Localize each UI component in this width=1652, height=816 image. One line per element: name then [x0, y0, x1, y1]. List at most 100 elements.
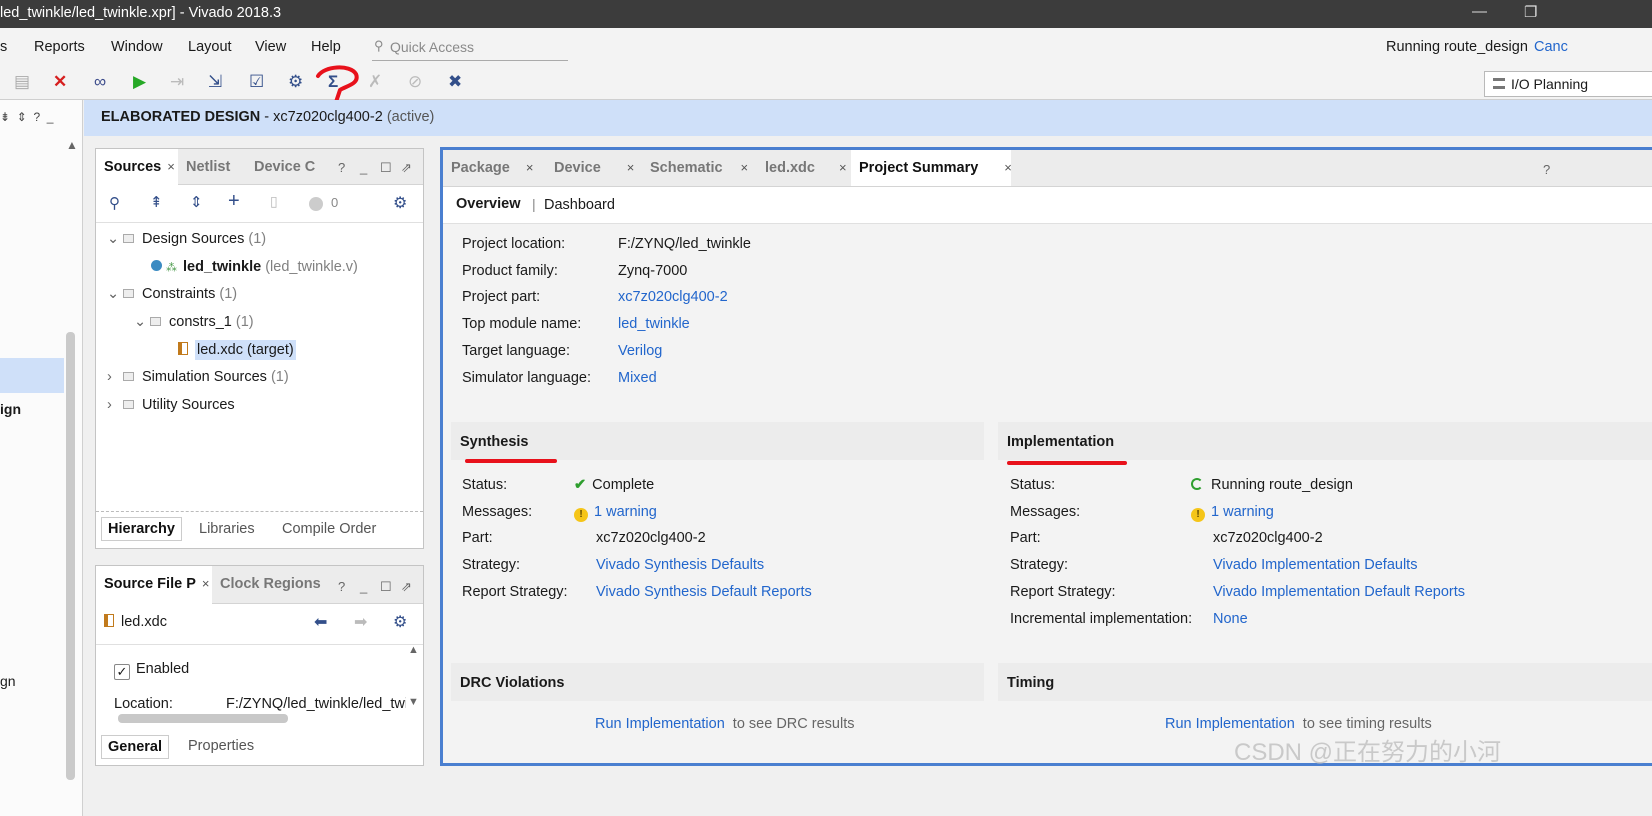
tab-project-summary[interactable]: Project Summary ×	[851, 150, 1012, 186]
search-icon[interactable]: ⚲	[109, 194, 120, 212]
chevron-down-icon[interactable]: ⌄	[107, 231, 123, 247]
drc-run-link[interactable]: Run Implementation	[595, 716, 725, 732]
chevron-down-icon[interactable]: ⌄	[107, 286, 123, 302]
float-icon[interactable]: ⇗	[401, 160, 412, 176]
maximize-icon[interactable]: ☐	[380, 579, 392, 595]
tab-netlist[interactable]: Netlist	[178, 149, 230, 185]
scroll-up-icon[interactable]: ▲	[66, 138, 78, 152]
menu-layout[interactable]: Layout	[188, 39, 232, 55]
flow-nav-controls[interactable]: ⇟ ⇕ ? _	[0, 110, 53, 124]
scroll-down-icon[interactable]: ▼	[408, 696, 419, 708]
find-icon[interactable]: ∞	[94, 72, 106, 92]
tab-source-file[interactable]: Source File P ×	[96, 566, 212, 604]
cancel-link[interactable]: Canc	[1534, 39, 1568, 55]
project-field-value[interactable]: Mixed	[618, 370, 657, 386]
tab-package[interactable]: Package ×	[443, 150, 543, 186]
tab-libraries[interactable]: Libraries	[199, 521, 255, 537]
implementation-field-value[interactable]: Vivado Implementation Defaults	[1213, 557, 1417, 573]
program-icon[interactable]: ⇲	[208, 72, 222, 92]
project-field-value[interactable]: Verilog	[618, 343, 662, 359]
quick-access-input[interactable]: ⚲ Quick Access	[372, 36, 568, 61]
close-icon[interactable]: ×	[202, 576, 210, 591]
scroll-up-icon[interactable]: ▲	[408, 644, 419, 656]
close-icon[interactable]: ×	[627, 160, 635, 175]
close-icon[interactable]: ×	[1004, 160, 1012, 175]
expand-all-icon[interactable]: ⇕	[190, 193, 203, 211]
implementation-value-text[interactable]: None	[1213, 611, 1248, 627]
menu-view[interactable]: View	[255, 39, 286, 55]
enabled-checkbox[interactable]: ✓	[114, 664, 130, 680]
tool-disabled-icon[interactable]: ✗	[368, 72, 382, 92]
minimize-icon[interactable]: —	[1472, 3, 1487, 20]
cross-probe-icon[interactable]: ✖	[448, 72, 462, 92]
close-icon[interactable]: ×	[839, 160, 847, 175]
implementation-value-text[interactable]: Vivado Implementation Default Reports	[1213, 584, 1465, 600]
subtab-overview[interactable]: Overview	[456, 196, 521, 212]
settings-icon[interactable]: ⚙	[393, 193, 407, 213]
tree-led-xdc[interactable]: led.xdc (target)	[178, 340, 296, 360]
menu-tools[interactable]: s	[0, 39, 7, 55]
tree-simulation-sources[interactable]: › Simulation Sources (1)	[107, 369, 289, 385]
project-field-value[interactable]: led_twinkle	[618, 316, 690, 332]
float-icon[interactable]: ⇗	[401, 579, 412, 595]
flow-nav-scrollbar[interactable]	[66, 332, 75, 780]
synthesis-value-text[interactable]: Vivado Synthesis Default Reports	[596, 584, 812, 600]
tab-clock-regions[interactable]: Clock Regions	[212, 566, 321, 602]
tree-constrs-1[interactable]: ⌄ constrs_1 (1)	[134, 314, 254, 330]
help-icon[interactable]: ?	[338, 579, 345, 594]
run-icon[interactable]: ▶	[133, 72, 146, 92]
close-icon[interactable]: ×	[526, 160, 534, 175]
flow-nav-selected[interactable]	[0, 358, 64, 393]
minimize-icon[interactable]: _	[360, 579, 367, 594]
back-arrow-icon[interactable]: ⬅	[314, 612, 327, 632]
synthesis-field-value[interactable]: Vivado Synthesis Defaults	[596, 557, 764, 573]
synthesis-field-value[interactable]: ! 1 warning	[574, 504, 657, 522]
subtab-dashboard[interactable]: Dashboard	[544, 197, 615, 213]
tree-led-twinkle[interactable]: ⁂ led_twinkle (led_twinkle.v)	[151, 259, 358, 275]
chevron-right-icon[interactable]: ›	[107, 369, 123, 385]
paste-icon[interactable]: ▤	[14, 72, 30, 92]
tree-constraints[interactable]: ⌄ Constraints (1)	[107, 286, 237, 302]
implementation-value-text[interactable]: 1 warning	[1211, 504, 1274, 520]
implementation-field-value[interactable]: ! 1 warning	[1191, 504, 1274, 522]
tab-properties[interactable]: Properties	[188, 738, 254, 754]
settings-icon[interactable]: ⚙	[288, 72, 303, 92]
implementation-field-value[interactable]: Vivado Implementation Default Reports	[1213, 584, 1465, 600]
step-icon[interactable]: ⇥	[170, 72, 184, 92]
flow-nav-item-design[interactable]: ign	[0, 401, 21, 417]
chevron-right-icon[interactable]: ›	[107, 397, 123, 413]
tab-hierarchy[interactable]: Hierarchy	[101, 517, 182, 541]
tab-schematic[interactable]: Schematic ×	[642, 150, 754, 186]
tab-sources[interactable]: Sources ×	[96, 149, 178, 185]
tab-compile-order[interactable]: Compile Order	[282, 521, 376, 537]
menu-window[interactable]: Window	[111, 39, 163, 55]
layout-select[interactable]: I/O Planning	[1484, 71, 1652, 97]
help-icon[interactable]: ?	[338, 160, 345, 175]
implementation-value-text[interactable]: Vivado Implementation Defaults	[1213, 557, 1417, 573]
close-icon[interactable]: ×	[167, 159, 175, 174]
chevron-down-icon[interactable]: ⌄	[134, 314, 150, 330]
properties-icon[interactable]: ▯	[270, 193, 278, 210]
flow-nav-item-design2[interactable]: gn	[0, 673, 16, 689]
restore-icon[interactable]: ❐	[1524, 3, 1537, 21]
tool-disabled2-icon[interactable]: ⊘	[408, 72, 422, 92]
settings-icon[interactable]: ⚙	[393, 612, 407, 632]
delete-icon[interactable]: ✕	[53, 72, 67, 92]
minimize-icon[interactable]: _	[360, 160, 367, 175]
synthesis-value-text[interactable]: 1 warning	[594, 504, 657, 520]
help-icon[interactable]: ?	[1543, 162, 1550, 177]
collapse-all-icon[interactable]: ⇞	[150, 193, 163, 211]
tab-device[interactable]: Device ×	[546, 150, 640, 186]
report-icon[interactable]: ☑	[249, 72, 264, 92]
add-sources-icon[interactable]: +	[228, 190, 240, 213]
tab-led-xdc[interactable]: led.xdc ×	[757, 150, 849, 186]
synthesis-value-text[interactable]: Vivado Synthesis Defaults	[596, 557, 764, 573]
menu-reports[interactable]: Reports	[34, 39, 85, 55]
tree-utility-sources[interactable]: › Utility Sources	[107, 397, 235, 413]
tab-device[interactable]: Device C	[246, 149, 315, 185]
maximize-icon[interactable]: ☐	[380, 160, 392, 176]
project-field-value[interactable]: xc7z020clg400-2	[618, 289, 728, 305]
tree-design-sources[interactable]: ⌄ Design Sources (1)	[107, 231, 266, 247]
horizontal-scrollbar[interactable]	[118, 714, 288, 723]
timing-run-link[interactable]: Run Implementation	[1165, 716, 1295, 732]
